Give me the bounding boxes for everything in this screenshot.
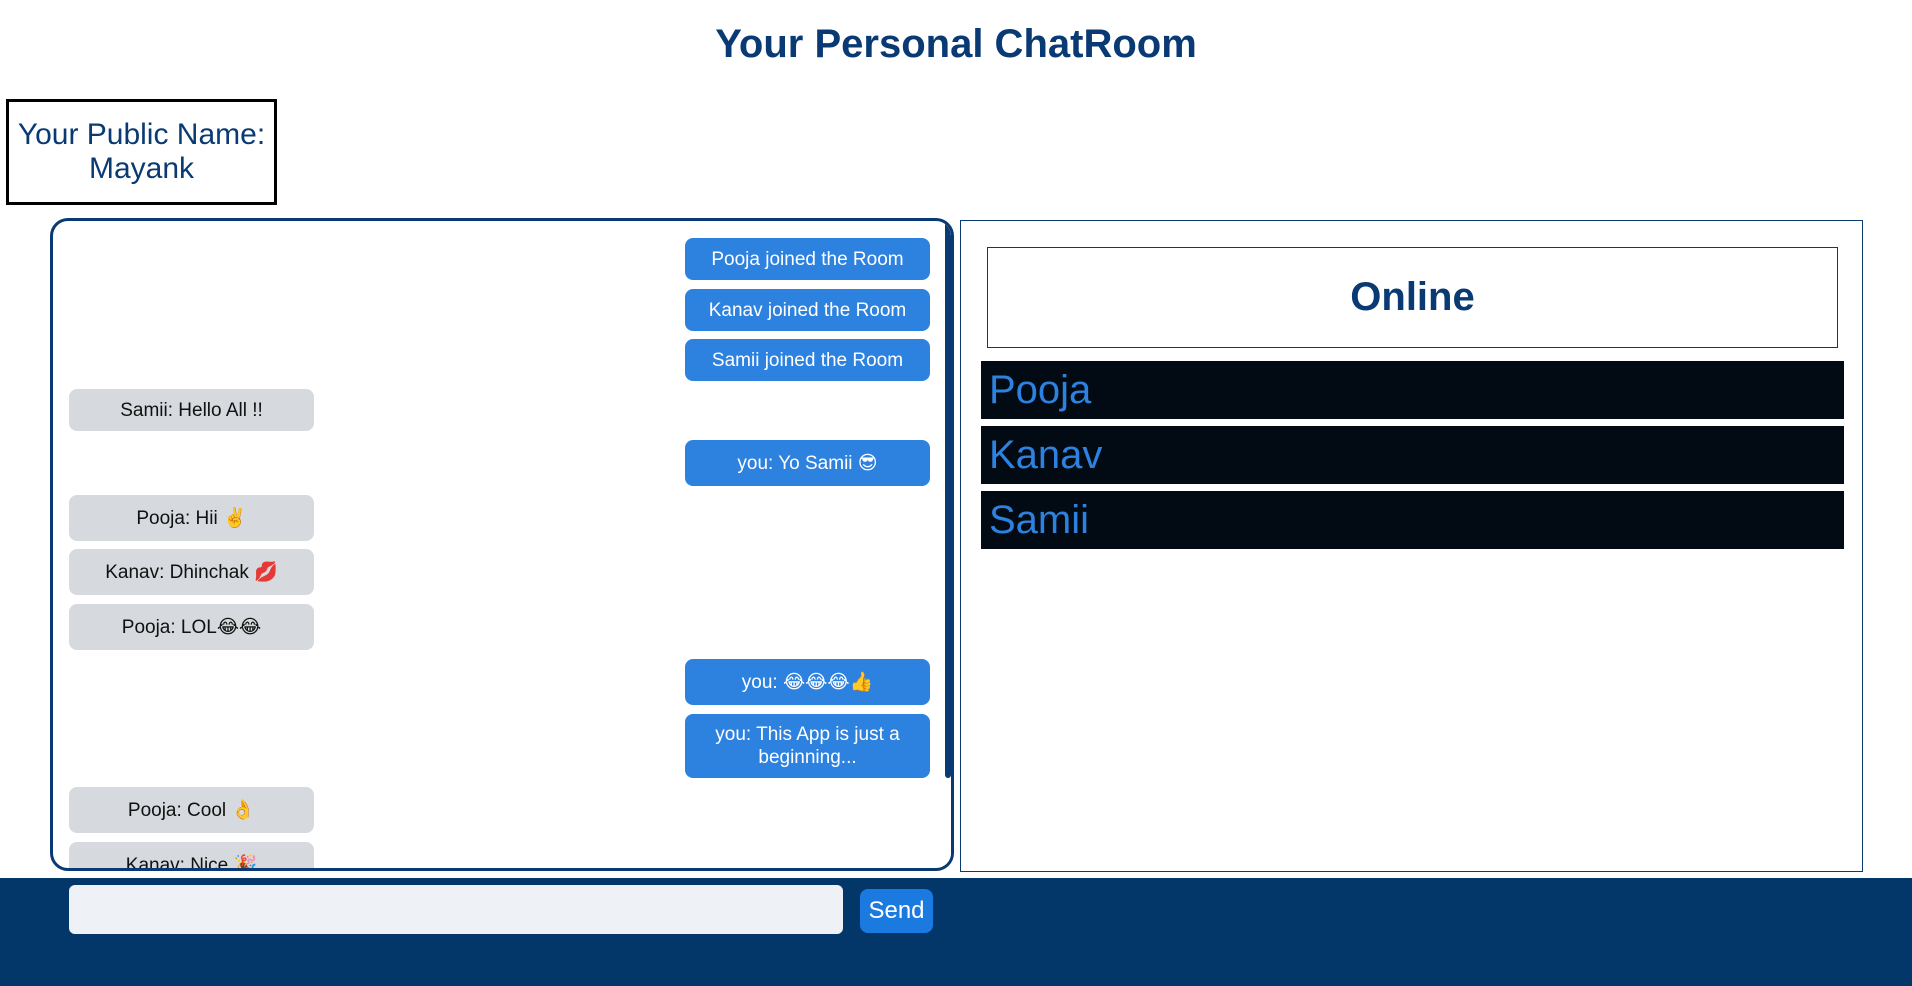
message-input[interactable] — [69, 885, 843, 934]
public-name-box: Your Public Name: Mayank — [6, 99, 277, 205]
message-bubble-other: Kanav: Nice 🎉 — [69, 842, 314, 868]
message-bubble-self: you: 😂😂😂👍 — [685, 659, 930, 705]
public-name-value: Mayank — [88, 152, 195, 185]
online-users-panel: Online Pooja Kanav Samii — [960, 220, 1863, 872]
message-bubble-other: Samii: Hello All !! — [69, 389, 314, 431]
online-user-item: Kanav — [981, 426, 1844, 484]
online-user-item: Samii — [981, 491, 1844, 549]
chat-scrollbar-thumb[interactable] — [945, 221, 951, 778]
message-bubble-other: Pooja: Cool 👌 — [69, 787, 314, 833]
message-bubble-other: Kanav: Dhinchak 💋 — [69, 549, 314, 595]
public-name-label: Your Public Name: — [17, 118, 266, 151]
message-bubble-self: you: This App is just a beginning... — [685, 714, 930, 778]
page-title: Your Personal ChatRoom — [715, 22, 1197, 66]
chat-scroll-area[interactable]: Pooja joined the Room Kanav joined the R… — [53, 221, 951, 868]
chat-messages-panel[interactable]: Pooja joined the Room Kanav joined the R… — [50, 218, 954, 871]
message-bubble-other: Pooja: LOL😂😂 — [69, 604, 314, 650]
message-bubble-self: Samii joined the Room — [685, 339, 930, 381]
online-user-item: Pooja — [981, 361, 1844, 419]
message-bubble-self: Pooja joined the Room — [685, 238, 930, 280]
message-bubble-self: you: Yo Samii 😎 — [685, 440, 930, 486]
message-bubble-other: Pooja: Hii ✌️ — [69, 495, 314, 541]
online-panel-title: Online — [987, 247, 1838, 348]
message-bubble-self: Kanav joined the Room — [685, 289, 930, 331]
send-button[interactable]: Send — [860, 889, 933, 933]
